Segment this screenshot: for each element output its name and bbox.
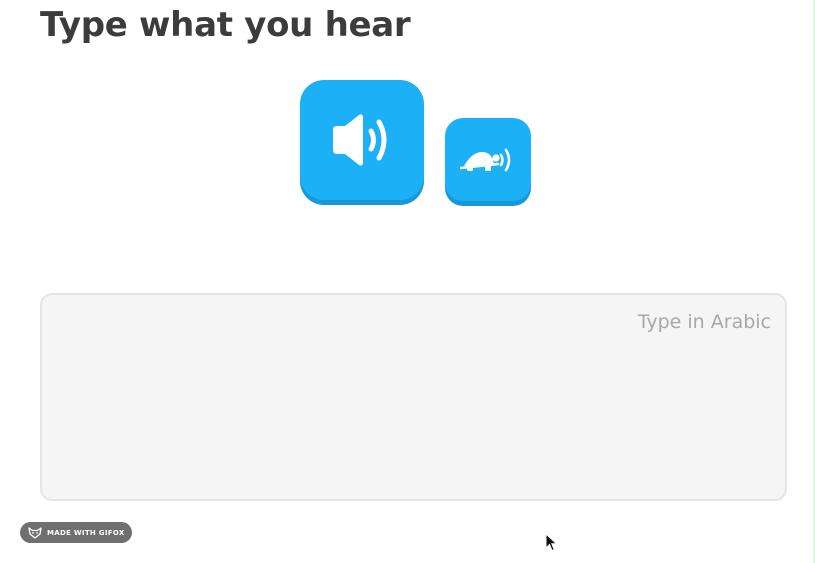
gifox-watermark: MADE WITH GIFOX: [20, 522, 132, 543]
answer-box: [40, 293, 787, 501]
speaker-icon: [333, 114, 387, 166]
answer-input[interactable]: [42, 295, 785, 499]
turtle-speaker-icon: [460, 148, 511, 171]
fox-icon: [28, 526, 42, 539]
mouse-pointer-icon: [545, 533, 558, 552]
play-audio-button[interactable]: [300, 80, 424, 200]
play-slow-audio-button[interactable]: [445, 118, 531, 201]
gifox-label: MADE WITH GIFOX: [47, 528, 125, 537]
challenge-title: Type what you hear: [40, 5, 411, 45]
